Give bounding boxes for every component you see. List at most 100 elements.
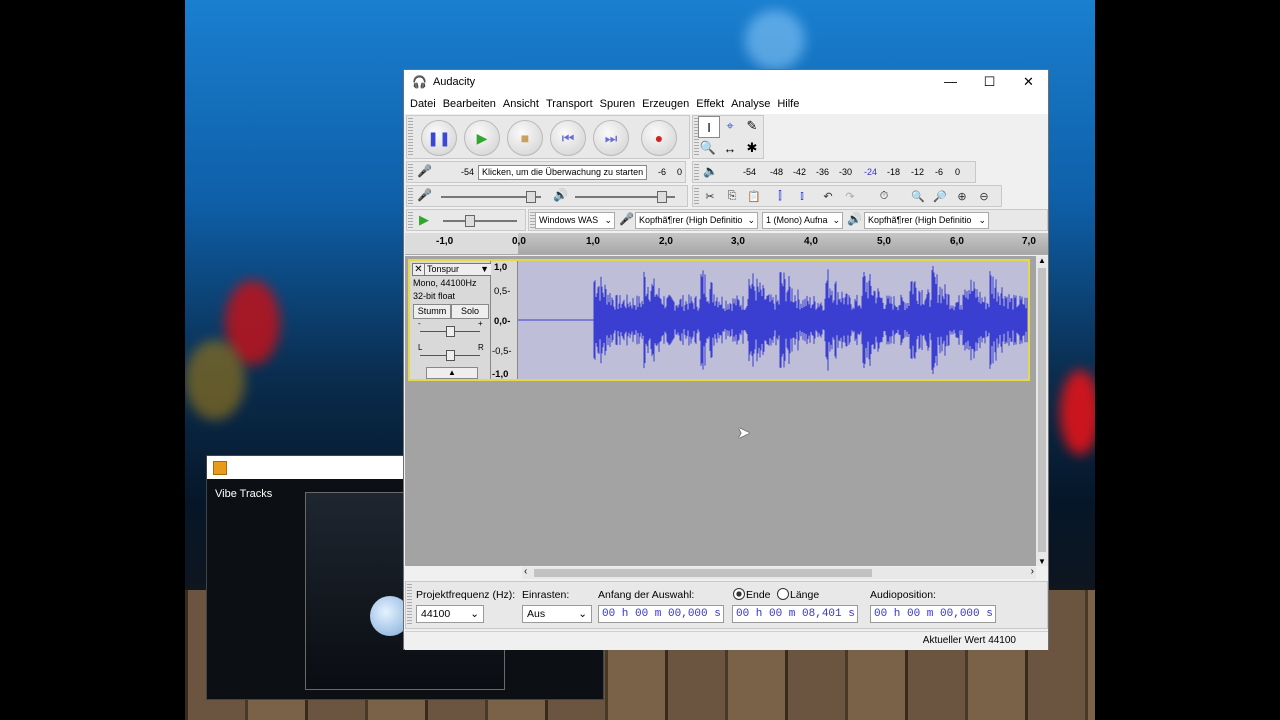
scroll-left-icon[interactable]: ‹: [524, 566, 527, 577]
selection-tool-icon[interactable]: I: [698, 116, 720, 138]
play-at-speed-icon[interactable]: ▶: [419, 212, 429, 228]
menu-effekt[interactable]: Effekt: [696, 98, 724, 110]
toolbar-grip[interactable]: [694, 164, 699, 180]
playback-device-select[interactable]: Kopfhã¶rer (High Definitio ⌄: [864, 212, 989, 229]
end-radio[interactable]: [733, 588, 745, 600]
waveform-signal: [593, 266, 1028, 374]
channels-select[interactable]: 1 (Mono) Aufna ⌄: [762, 212, 843, 229]
audacity-window[interactable]: 🎧 Audacity — ☐ ✕ Datei Bearbeiten Ansich…: [403, 69, 1049, 650]
fit-project-icon[interactable]: ⊖: [973, 185, 995, 207]
maximize-icon[interactable]: ☐: [970, 74, 1009, 90]
menu-bearbeiten[interactable]: Bearbeiten: [443, 98, 496, 110]
audio-position-field[interactable]: 00 h 00 m 00,000 s: [870, 605, 996, 623]
paste-icon[interactable]: 📋: [743, 185, 765, 207]
project-rate-combo[interactable]: 44100 ⌄: [416, 605, 484, 623]
length-radio[interactable]: [777, 588, 789, 600]
solo-button[interactable]: Solo: [451, 304, 489, 319]
silence-icon[interactable]: ⫾: [791, 185, 813, 207]
toolbar-grip[interactable]: [408, 188, 413, 204]
track-rate: Mono, 44100Hz: [413, 278, 477, 288]
end-radio-label[interactable]: Ende: [746, 589, 771, 601]
meter-tick: -18: [887, 167, 901, 177]
zoom-out-icon[interactable]: 🔎: [929, 185, 951, 207]
speed-slider[interactable]: [443, 215, 517, 227]
vertical-scrollbar[interactable]: ▲ ▼: [1036, 256, 1048, 566]
selection-end-field[interactable]: 00 h 00 m 08,401 s: [732, 605, 858, 623]
copy-icon[interactable]: ⎘: [721, 185, 743, 207]
fit-selection-icon[interactable]: ⊕: [951, 185, 973, 207]
collapse-track-icon[interactable]: ▲: [426, 367, 478, 379]
toolbar-grip[interactable]: [407, 584, 412, 626]
pause-button[interactable]: ❚❚: [421, 120, 457, 156]
monitor-hint[interactable]: Klicken, um die Überwachung zu starten: [478, 165, 648, 180]
status-bar: Aktueller Wert 44100: [405, 631, 1048, 650]
trim-icon[interactable]: ⫿: [769, 185, 791, 207]
microphone-icon[interactable]: 🎤: [417, 164, 432, 178]
scroll-thumb[interactable]: [1038, 268, 1046, 552]
meter-tick: -30: [839, 167, 853, 177]
envelope-tool-icon[interactable]: ⌖: [720, 116, 740, 136]
toolbar-grip[interactable]: [408, 164, 413, 180]
slider-thumb[interactable]: [446, 350, 455, 361]
redo-icon[interactable]: ↷: [839, 185, 861, 207]
speaker-icon[interactable]: 🔈: [703, 164, 718, 178]
menu-datei[interactable]: Datei: [410, 98, 436, 110]
timeline-ruler[interactable]: -1,0 0,0 1,0 2,0 3,0 4,0 5,0 6,0 7,0: [405, 233, 1048, 255]
track[interactable]: ✕ Tonspur ▼ Mono, 44100Hz 32-bit float S…: [408, 259, 1030, 381]
timeshift-tool-icon[interactable]: ↔: [720, 138, 740, 158]
track-area[interactable]: ✕ Tonspur ▼ Mono, 44100Hz 32-bit float S…: [405, 256, 1036, 566]
scroll-right-icon[interactable]: ›: [1031, 566, 1034, 577]
cut-icon[interactable]: ✂: [699, 185, 721, 207]
scroll-thumb[interactable]: [534, 569, 872, 577]
toolbar-grip[interactable]: [408, 212, 413, 228]
menu-hilfe[interactable]: Hilfe: [777, 98, 799, 110]
ruler-label: 2,0: [659, 236, 673, 247]
multi-tool-icon[interactable]: ✱: [742, 138, 762, 158]
pan-left-label: L: [418, 343, 423, 352]
close-icon[interactable]: ✕: [1009, 74, 1048, 90]
toolbar-grip[interactable]: [408, 118, 413, 156]
slider-thumb[interactable]: [657, 191, 667, 203]
menu-analyse[interactable]: Analyse: [731, 98, 770, 110]
selection-start-label: Anfang der Auswahl:: [598, 589, 695, 601]
mute-button[interactable]: Stumm: [413, 304, 451, 319]
zoom-in-icon[interactable]: 🔍: [907, 185, 929, 207]
minimize-icon[interactable]: —: [931, 74, 970, 90]
menu-spuren[interactable]: Spuren: [600, 98, 635, 110]
slider-thumb[interactable]: [526, 191, 536, 203]
scroll-up-icon[interactable]: ▲: [1038, 256, 1046, 265]
skip-end-button[interactable]: ⏭: [593, 120, 629, 156]
vertical-ruler[interactable]: 1,0 0,5- 0,0- -0,5- -1,0: [491, 261, 518, 380]
menu-transport[interactable]: Transport: [546, 98, 593, 110]
waveform-area[interactable]: [518, 261, 1028, 379]
gain-slider[interactable]: [420, 326, 480, 337]
scroll-down-icon[interactable]: ▼: [1038, 557, 1046, 566]
audio-host-select[interactable]: Windows WAS ⌄: [535, 212, 615, 229]
slider-thumb[interactable]: [446, 326, 455, 337]
track-name-menu[interactable]: Tonspur ▼: [424, 263, 492, 276]
horizontal-scrollbar[interactable]: ‹ ›: [522, 566, 1036, 579]
pan-slider[interactable]: [420, 350, 480, 361]
record-volume-slider[interactable]: [441, 191, 541, 203]
track-control-panel[interactable]: ✕ Tonspur ▼ Mono, 44100Hz 32-bit float S…: [410, 261, 492, 379]
menu-erzeugen[interactable]: Erzeugen: [642, 98, 689, 110]
recording-device-select[interactable]: Kopfhã¶rer (High Definitio ⌄: [635, 212, 758, 229]
meter-tick: -6: [935, 167, 944, 177]
draw-tool-icon[interactable]: ✎: [742, 116, 762, 136]
selection-start-field[interactable]: 00 h 00 m 00,000 s: [598, 605, 724, 623]
undo-icon[interactable]: ↶: [817, 185, 839, 207]
sync-lock-icon[interactable]: ⏱: [873, 185, 895, 207]
microphone-icon: 🎤: [619, 212, 634, 226]
menu-ansicht[interactable]: Ansicht: [503, 98, 539, 110]
record-button[interactable]: ●: [641, 120, 677, 156]
skip-start-button[interactable]: ⏮: [550, 120, 586, 156]
zoom-tool-icon[interactable]: 🔍: [698, 138, 718, 158]
play-volume-slider[interactable]: [575, 191, 675, 203]
slider-thumb[interactable]: [465, 215, 475, 227]
stop-button[interactable]: ■: [507, 120, 543, 156]
mixer-toolbar: 🎤 🔊: [406, 185, 688, 207]
play-button[interactable]: ▶: [464, 120, 500, 156]
length-radio-label[interactable]: Länge: [790, 589, 819, 601]
title-bar[interactable]: 🎧 Audacity — ☐ ✕: [404, 70, 1048, 94]
snap-combo[interactable]: Aus ⌄: [522, 605, 592, 623]
